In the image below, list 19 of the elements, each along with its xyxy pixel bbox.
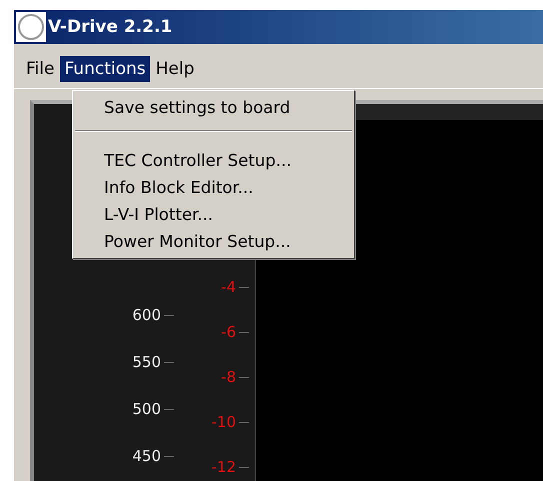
axis-label: 550 <box>132 352 161 373</box>
menu-entry[interactable]: Info Block Editor... <box>73 174 354 201</box>
menu-entry[interactable]: Power Monitor Setup... <box>73 228 354 255</box>
axis-label: -6 <box>221 322 236 343</box>
menu-entry[interactable]: L-V-I Plotter... <box>73 201 354 228</box>
axis-label: 600 <box>132 305 161 326</box>
axis-label: -8 <box>221 367 236 388</box>
menu-item[interactable]: Help <box>152 56 198 82</box>
axis-label: 500 <box>132 399 161 420</box>
axis-label: -12 <box>212 457 236 478</box>
axis-label: -4 <box>221 277 236 298</box>
axis-label: -10 <box>212 412 236 433</box>
menu-entry[interactable]: Save settings to board <box>73 94 354 121</box>
menu-entry[interactable]: TEC Controller Setup... <box>73 147 354 174</box>
window-title: V-Drive 2.2.1 <box>48 17 172 37</box>
axis-label: 450 <box>132 446 161 467</box>
menu-item[interactable]: Functions <box>60 56 150 82</box>
menu-item[interactable]: File <box>22 56 58 82</box>
app-icon <box>16 12 46 42</box>
